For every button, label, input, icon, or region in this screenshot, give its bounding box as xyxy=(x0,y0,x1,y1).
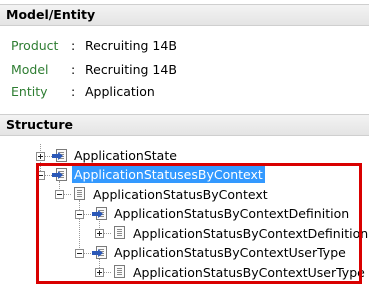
highlight-box xyxy=(36,163,362,284)
property-row-product: Product: Recruiting 14B xyxy=(11,37,177,55)
property-separator: : xyxy=(71,84,76,99)
model-entity-header: Model/Entity xyxy=(0,4,369,26)
tree-connector xyxy=(45,156,52,157)
property-value: Recruiting 14B xyxy=(85,38,177,53)
property-row-model: Model: Recruiting 14B xyxy=(11,61,177,79)
tree-node-label: ApplicationState xyxy=(74,148,177,163)
property-value: Recruiting 14B xyxy=(85,62,177,77)
expand-icon[interactable] xyxy=(36,152,45,161)
property-label: Product xyxy=(11,38,59,53)
property-row-entity: Entity: Application xyxy=(11,83,155,101)
property-separator: : xyxy=(71,38,76,53)
property-label: Model xyxy=(11,62,49,77)
property-label: Entity xyxy=(11,84,48,99)
property-value: Application xyxy=(85,84,155,99)
property-separator: : xyxy=(71,62,76,77)
structure-header: Structure xyxy=(0,114,369,136)
